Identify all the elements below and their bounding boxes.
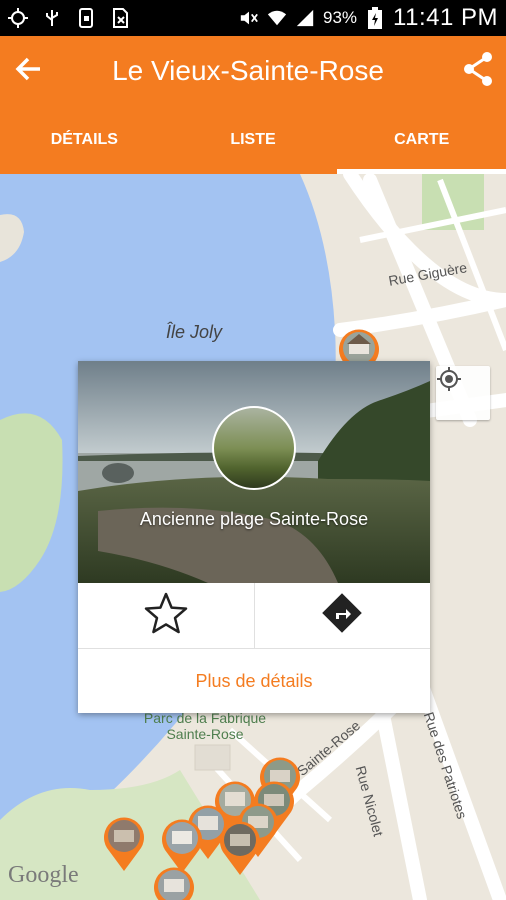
sim-icon	[110, 8, 130, 28]
place-thumbnail	[212, 406, 296, 490]
more-details-button[interactable]: Plus de détails	[78, 649, 430, 713]
map-marker[interactable]	[102, 814, 146, 872]
back-button[interactable]	[0, 36, 56, 106]
status-bar: 93% 11:41 PM	[0, 0, 506, 36]
tab-map[interactable]: CARTE	[337, 106, 506, 174]
island-label: Île Joly	[166, 322, 223, 342]
arrow-left-icon	[14, 55, 42, 88]
usb-icon	[42, 8, 62, 28]
star-outline-icon	[144, 591, 188, 640]
place-name: Ancienne plage Sainte-Rose	[139, 509, 369, 529]
favorite-button[interactable]	[78, 583, 254, 648]
gps-icon	[8, 8, 28, 28]
park-label: Parc de la Fabrique Sainte-Rose	[143, 710, 267, 742]
place-popup-card: Ancienne plage Sainte-Rose Plus de détai…	[78, 361, 430, 713]
tab-list[interactable]: LISTE	[169, 106, 338, 174]
clock: 11:41 PM	[393, 4, 498, 31]
share-icon	[462, 51, 494, 92]
my-location-button[interactable]	[436, 366, 490, 420]
directions-icon	[320, 591, 364, 640]
tab-bar: DÉTAILS LISTE CARTE	[0, 106, 506, 174]
app-bar: Le Vieux-Sainte-Rose	[0, 36, 506, 106]
map-marker[interactable]	[152, 864, 196, 900]
google-attribution: Google	[8, 862, 79, 888]
phone-icon	[76, 8, 96, 28]
place-photo[interactable]: Ancienne plage Sainte-Rose	[78, 361, 430, 583]
page-title: Le Vieux-Sainte-Rose	[112, 55, 384, 86]
signal-icon	[295, 8, 315, 28]
popup-actions	[78, 583, 430, 649]
share-button[interactable]	[450, 36, 506, 106]
wifi-icon	[267, 8, 287, 28]
map-marker[interactable]	[218, 818, 262, 876]
tab-details[interactable]: DÉTAILS	[0, 106, 169, 174]
directions-button[interactable]	[253, 583, 431, 648]
battery-icon	[365, 7, 385, 29]
battery-percent: 93%	[323, 8, 358, 27]
mute-icon	[239, 8, 259, 28]
